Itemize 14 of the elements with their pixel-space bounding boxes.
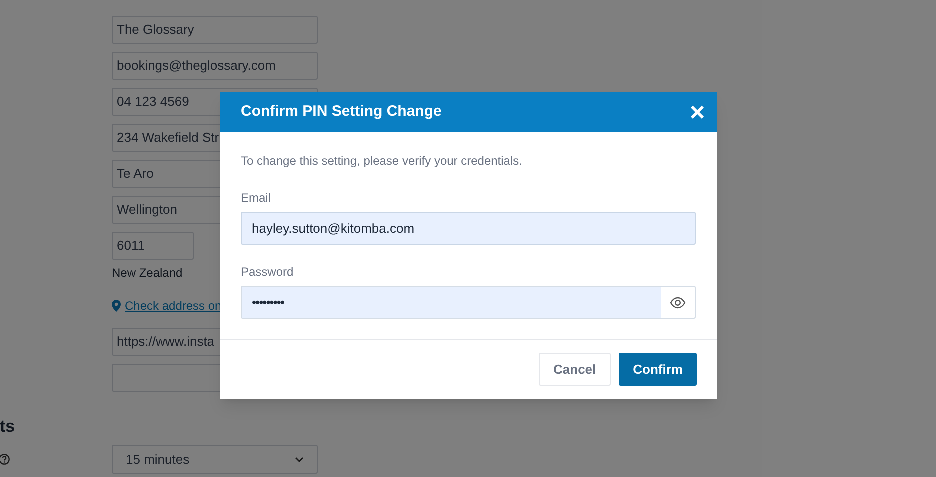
text-field[interactable]: The Glossary	[112, 16, 318, 44]
email-field[interactable]: hayley.sutton@kitomba.com	[241, 212, 696, 245]
timeout-select[interactable]: 15 minutes	[112, 445, 318, 474]
dropdown-caret-icon	[295, 456, 304, 462]
country-label: New Zealand	[112, 265, 183, 282]
text-field[interactable]: 6011	[112, 232, 194, 260]
cancel-button[interactable]: Cancel	[538, 353, 612, 386]
field-label: Password	[241, 264, 295, 281]
map-pin-icon	[112, 300, 121, 312]
close-button[interactable]: ×	[690, 99, 705, 125]
text-field[interactable]: bookings@theglossary.com	[112, 52, 318, 80]
section-heading: ts	[0, 417, 16, 436]
help-icon[interactable]	[0, 454, 10, 465]
confirm-button[interactable]: Confirm	[619, 353, 697, 386]
